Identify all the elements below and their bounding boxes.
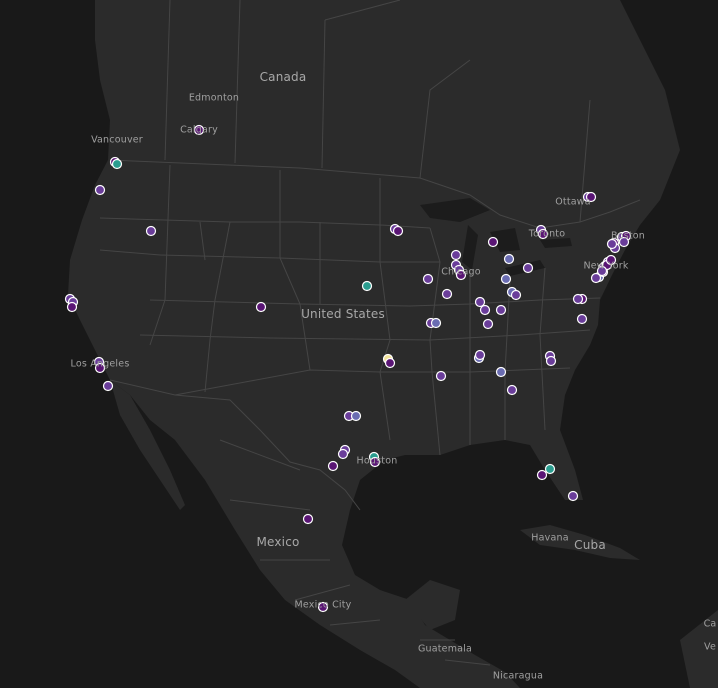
map-marker-boise[interactable]: [145, 225, 157, 237]
map-marker-ottawa-2[interactable]: [585, 191, 597, 203]
map-marker-cleveland[interactable]: [522, 262, 534, 274]
map-marker-detroit[interactable]: [500, 273, 512, 285]
map-marker-chicago-4[interactable]: [450, 249, 462, 261]
map-marker-denver[interactable]: [255, 301, 267, 313]
map-marker-los-angeles-2[interactable]: [94, 362, 106, 374]
map-marker-new-york-5[interactable]: [605, 254, 617, 266]
map-marker-san-jose[interactable]: [66, 301, 78, 313]
map-marker-dallas-2[interactable]: [350, 410, 362, 422]
map-marker-mexico-city[interactable]: [317, 601, 329, 613]
map-marker-calgary[interactable]: [193, 124, 205, 136]
map-marker-columbus-2[interactable]: [495, 304, 507, 316]
map-marker-nashville-2[interactable]: [545, 355, 557, 367]
map-view[interactable]: Canada United States Mexico Cuba Edmonto…: [0, 0, 718, 688]
map-marker-portland[interactable]: [94, 184, 106, 196]
map-marker-toronto-2[interactable]: [537, 228, 549, 240]
map-marker-san-antonio[interactable]: [327, 460, 339, 472]
map-marker-minneapolis-2[interactable]: [392, 225, 404, 237]
map-marker-memphis[interactable]: [495, 366, 507, 378]
map-marker-tampa[interactable]: [567, 490, 579, 502]
map-marker-charlotte[interactable]: [576, 313, 588, 325]
map-marker-indianapolis[interactable]: [474, 296, 486, 308]
map-marker-peoria[interactable]: [503, 253, 515, 265]
map-marker-kansas-city-2[interactable]: [430, 317, 442, 329]
map-marker-atlanta[interactable]: [506, 384, 518, 396]
map-marker-raleigh[interactable]: [572, 293, 584, 305]
map-marker-monterrey[interactable]: [302, 513, 314, 525]
map-marker-indianapolis-2[interactable]: [479, 304, 491, 316]
map-marker-hartford[interactable]: [606, 238, 618, 250]
map-marker-milwaukee[interactable]: [422, 273, 434, 285]
map-marker-vancouver-2[interactable]: [111, 158, 123, 170]
map-marker-chicago-3[interactable]: [455, 269, 467, 281]
map-marker-omaha[interactable]: [361, 280, 373, 292]
map-marker-boston-2[interactable]: [544, 463, 556, 475]
map-marker-oklahoma-city-2[interactable]: [384, 357, 396, 369]
basemap: [0, 0, 718, 688]
map-marker-cincinnati[interactable]: [482, 318, 494, 330]
map-marker-houston-2[interactable]: [369, 456, 381, 468]
map-marker-birmingham[interactable]: [474, 349, 486, 361]
map-marker-boston-3[interactable]: [536, 469, 548, 481]
map-marker-columbus[interactable]: [510, 289, 522, 301]
map-marker-madison[interactable]: [441, 288, 453, 300]
map-marker-austin-2[interactable]: [337, 448, 349, 460]
map-marker-san-diego[interactable]: [102, 380, 114, 392]
map-marker-new-york-4[interactable]: [590, 272, 602, 284]
map-marker-boston[interactable]: [618, 236, 630, 248]
map-marker-st-louis[interactable]: [435, 370, 447, 382]
map-marker-grand-rapids[interactable]: [487, 236, 499, 248]
